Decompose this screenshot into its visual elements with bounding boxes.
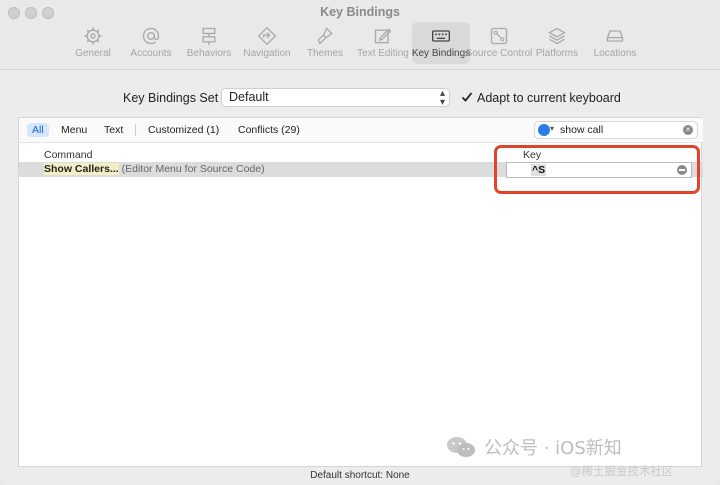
gear-icon bbox=[84, 27, 102, 45]
filter-tab-conflicts[interactable]: Conflicts (29) bbox=[233, 123, 305, 137]
watermark-text: 公众号 · iOS新知 bbox=[484, 438, 622, 459]
filter-icon[interactable] bbox=[538, 124, 550, 136]
preferences-toolbar: General Accounts Behaviors Navigation Th… bbox=[64, 22, 644, 64]
brush-icon bbox=[317, 27, 333, 45]
search-field[interactable]: ▾ show call × bbox=[534, 121, 698, 139]
wechat-logo-icon bbox=[447, 437, 475, 457]
search-input[interactable]: show call bbox=[560, 124, 603, 136]
filter-tab-customized[interactable]: Customized (1) bbox=[143, 123, 224, 137]
tab-label: Navigation bbox=[243, 48, 291, 59]
pencil-icon bbox=[374, 28, 392, 44]
tab-label: General bbox=[75, 48, 111, 59]
column-header-command[interactable]: Command bbox=[44, 149, 92, 161]
clear-search-icon[interactable]: × bbox=[683, 125, 693, 135]
annotation-highlight-box bbox=[494, 145, 700, 194]
preferences-window: Key Bindings General Accounts Behaviors … bbox=[0, 0, 720, 485]
tab-source-control[interactable]: Source Control bbox=[466, 22, 532, 64]
window-title: Key Bindings bbox=[320, 5, 400, 19]
tab-label: Source Control bbox=[465, 48, 533, 59]
updown-chevron-icon: ▴ ▾ bbox=[439, 88, 445, 108]
command-context: (Editor Menu for Source Code) bbox=[118, 163, 265, 175]
navigation-icon bbox=[257, 26, 277, 46]
filter-separator bbox=[135, 124, 136, 136]
tab-key-bindings[interactable]: Key Bindings bbox=[412, 22, 470, 64]
title-bar: Key Bindings General Accounts Behaviors … bbox=[0, 0, 720, 70]
tab-navigation[interactable]: Navigation bbox=[238, 22, 296, 64]
source-control-icon bbox=[490, 27, 508, 45]
behaviors-icon bbox=[202, 27, 216, 46]
tab-text-editing[interactable]: Text Editing bbox=[354, 22, 412, 64]
key-bindings-set-select[interactable]: Default ▴ ▾ bbox=[221, 88, 450, 108]
filter-bar: All Menu Text Customized (1) Conflicts (… bbox=[19, 118, 703, 143]
chevron-down-icon: ▾ bbox=[550, 124, 555, 133]
tab-label: Platforms bbox=[535, 48, 579, 59]
filter-tab-all[interactable]: All bbox=[27, 123, 49, 137]
tab-platforms[interactable]: Platforms bbox=[528, 22, 586, 64]
tab-label: Key Bindings bbox=[411, 48, 471, 59]
tab-label: Locations bbox=[593, 48, 637, 59]
adapt-keyboard-checkbox[interactable] bbox=[461, 91, 473, 103]
tab-locations[interactable]: Locations bbox=[586, 22, 644, 64]
layers-icon bbox=[548, 27, 566, 45]
keyboard-icon bbox=[432, 30, 450, 42]
select-value: Default bbox=[229, 90, 269, 104]
adapt-keyboard-label: Adapt to current keyboard bbox=[477, 91, 621, 105]
key-bindings-set-label: Key Bindings Set bbox=[123, 91, 219, 105]
tab-label: Behaviors bbox=[186, 48, 232, 59]
tab-behaviors[interactable]: Behaviors bbox=[180, 22, 238, 64]
drive-icon bbox=[606, 30, 624, 42]
tab-label: Themes bbox=[306, 48, 344, 59]
at-icon bbox=[142, 27, 160, 45]
tab-accounts[interactable]: Accounts bbox=[122, 22, 180, 64]
tab-label: Text Editing bbox=[357, 48, 409, 59]
filter-tab-menu[interactable]: Menu bbox=[56, 123, 92, 137]
tab-general[interactable]: General bbox=[64, 22, 122, 64]
command-cell: Show Callers... (Editor Menu for Source … bbox=[44, 163, 265, 175]
tab-label: Accounts bbox=[130, 48, 172, 59]
key-bindings-set-row: Key Bindings Set Default ▴ ▾ Adapt to cur… bbox=[0, 87, 720, 109]
tab-themes[interactable]: Themes bbox=[296, 22, 354, 64]
watermark: 公众号 · iOS新知 bbox=[446, 434, 622, 460]
filter-tab-text[interactable]: Text bbox=[99, 123, 128, 137]
command-name: Show Callers... bbox=[44, 163, 119, 175]
status-text: Default shortcut: None bbox=[310, 470, 410, 481]
